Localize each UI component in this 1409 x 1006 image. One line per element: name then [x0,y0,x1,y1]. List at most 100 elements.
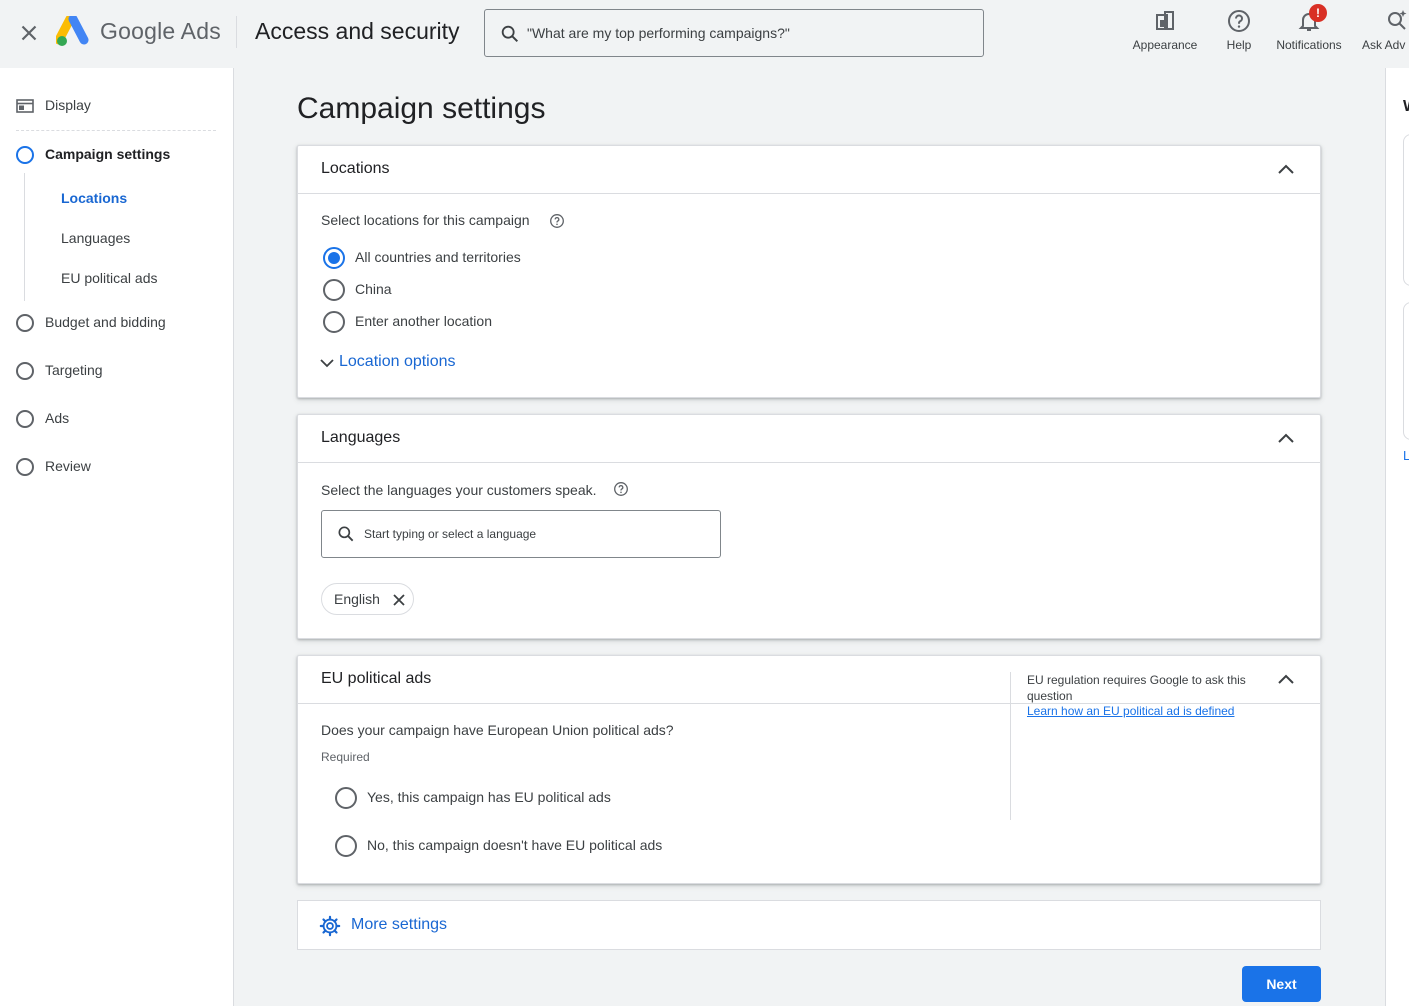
next-button[interactable]: Next [1242,966,1321,1002]
radio-label: Enter another location [355,313,492,329]
eu-regulation-note: EU regulation requires Google to ask thi… [1027,673,1246,703]
step-ring-icon [16,410,34,428]
chevron-up-icon[interactable] [1276,429,1296,449]
sidebar-item-label: Display [45,97,91,113]
languages-prompt: Select the languages your customers spea… [321,482,597,498]
bell-icon: ! [1296,4,1327,34]
location-option-another[interactable]: Enter another location [323,309,583,335]
page-heading: Access and security [255,18,460,44]
appearance-icon [1152,8,1178,34]
close-icon[interactable] [16,20,42,46]
chevron-up-icon[interactable] [1276,160,1296,180]
remove-chip-icon[interactable] [390,591,408,609]
language-search-box[interactable] [321,510,721,558]
help-button[interactable]: Help [1220,4,1258,60]
sidebar-item-ads[interactable]: Ads [0,401,233,437]
sidebar-item-label: Budget and bidding [45,314,166,330]
card-title: EU political ads [321,670,432,687]
more-settings-label: More settings [351,916,448,933]
location-options-link[interactable]: Location options [319,351,489,375]
languages-card-header[interactable]: Languages [298,415,1320,463]
radio-label: China [355,281,392,297]
eu-option-no[interactable]: No, this campaign doesn't have EU politi… [335,833,695,859]
chevron-up-icon[interactable] [1276,670,1296,690]
locations-prompt: Select locations for this campaign [321,212,530,228]
radio-label: Yes, this campaign has EU political ads [367,789,611,805]
step-ring-icon [16,314,34,332]
sidebar-item-label: Targeting [45,362,103,378]
help-icon [1226,8,1252,34]
radio-unchecked[interactable] [335,835,357,857]
ask-advisor-button[interactable]: Ask Adv [1360,4,1409,60]
radio-unchecked[interactable] [323,311,345,333]
sidebar-item-review[interactable]: Review [0,449,233,485]
languages-card: Languages Select the languages your cust… [297,414,1321,639]
step-ring-icon [16,362,34,380]
sidebar: Display Campaign settings Locations Lang… [0,68,234,1006]
search-icon [336,524,356,544]
google-ads-logo [54,14,90,48]
ask-advisor-icon [1384,8,1409,34]
notification-badge: ! [1309,4,1327,22]
gear-icon [319,915,341,937]
radio-unchecked[interactable] [335,787,357,809]
right-panel-card [1403,302,1409,440]
radio-checked[interactable] [323,247,345,269]
sidebar-item-label: Campaign settings [45,146,171,162]
sidebar-subitem-languages[interactable]: Languages [61,230,130,254]
eu-definition-link[interactable]: Learn how an EU political ad is defined [1027,704,1234,718]
locations-card-header[interactable]: Locations [298,146,1320,194]
sub-nav-line [24,173,25,301]
radio-unchecked[interactable] [323,279,345,301]
location-option-all[interactable]: All countries and territories [323,245,583,271]
sidebar-item-label: Ads [45,410,70,426]
top-app-bar: Google Ads Access and security Appearanc… [0,0,1409,68]
step-ring-icon [16,146,34,164]
step-ring-icon [16,458,34,476]
divider [236,16,237,48]
more-settings-button[interactable]: More settings [297,900,1321,950]
notifications-button[interactable]: ! Notifications [1270,4,1348,60]
search-input[interactable] [527,10,967,56]
appearance-button[interactable]: Appearance [1128,4,1202,60]
divider [16,130,216,131]
page-title: Campaign settings [297,92,546,125]
help-label: Help [1226,38,1252,52]
right-panel-heading: W [1403,98,1409,116]
sidebar-subitem-locations[interactable]: Locations [61,190,127,214]
radio-label: All countries and territories [355,249,521,265]
locations-card: Locations Select locations for this camp… [297,145,1321,398]
divider [1010,672,1011,820]
card-title: Languages [321,429,401,446]
sidebar-item-label: Review [45,458,91,474]
ask-advisor-label: Ask Adv [1362,38,1406,52]
help-circle-icon[interactable] [549,213,565,229]
help-circle-icon[interactable] [613,481,629,497]
sidebar-item-budget-and-bidding[interactable]: Budget and bidding [0,305,233,341]
search-icon [499,23,521,45]
eu-political-ads-card: EU political ads Does your campaign have… [297,655,1321,884]
right-panel-link[interactable]: L [1403,448,1409,463]
sidebar-item-targeting[interactable]: Targeting [0,353,233,389]
search-box[interactable] [484,9,984,57]
display-icon [16,97,34,115]
chevron-down-icon [319,355,335,371]
appearance-label: Appearance [1132,38,1198,52]
sidebar-item-display[interactable]: Display [0,88,233,124]
location-option-china[interactable]: China [323,277,583,303]
sidebar-subitem-eu-political-ads[interactable]: EU political ads [61,270,158,294]
brand-name: Google Ads [100,18,221,44]
right-panel: W L [1385,68,1409,1006]
radio-label: No, this campaign doesn't have EU politi… [367,837,663,853]
language-search-input[interactable] [364,511,714,557]
right-panel-card [1403,134,1409,286]
link-label: Location options [339,353,456,370]
required-label: Required [321,750,370,764]
eu-option-yes[interactable]: Yes, this campaign has EU political ads [335,785,635,811]
chip-label: English [334,591,380,607]
sidebar-item-campaign-settings[interactable]: Campaign settings [0,137,233,173]
notifications-label: Notifications [1276,38,1342,52]
card-title: Locations [321,160,390,177]
eu-question: Does your campaign have European Union p… [321,722,674,738]
language-chip-english: English [321,583,414,615]
